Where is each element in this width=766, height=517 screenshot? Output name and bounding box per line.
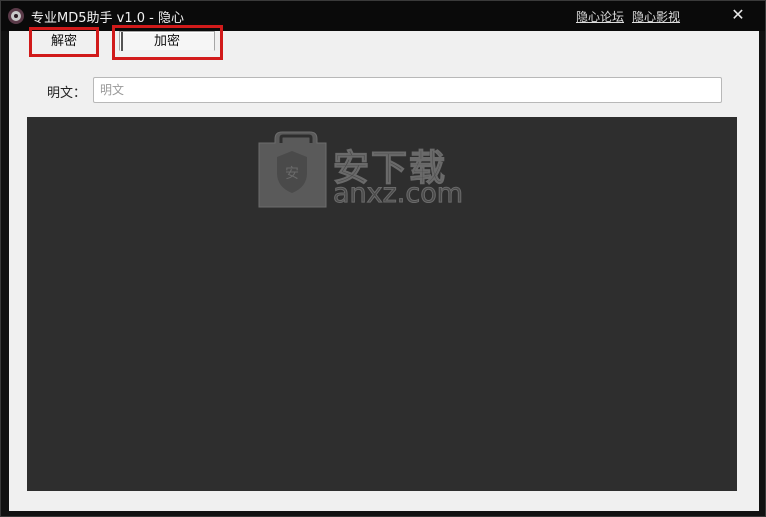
client-area: 解密 加密 明文： 安 安下载 anxz.com: [9, 25, 759, 511]
watermark-text-en: anxz.com: [332, 178, 464, 210]
app-logo-icon: [8, 8, 24, 24]
window-title: 专业MD5助手 v1.0 - 隐心: [31, 11, 184, 26]
plaintext-input[interactable]: [93, 77, 722, 103]
tab-encrypt-label: 加密: [153, 34, 180, 49]
forum-link[interactable]: 隐心论坛: [576, 8, 624, 25]
tab-decrypt[interactable]: 解密: [29, 27, 99, 57]
close-button[interactable]: ✕: [721, 5, 755, 25]
video-link[interactable]: 隐心影视: [632, 8, 680, 25]
plaintext-label: 明文：: [47, 86, 87, 101]
tab-encrypt[interactable]: 加密: [119, 31, 215, 51]
svg-text:安: 安: [285, 166, 299, 182]
app-window: 专业MD5助手 v1.0 - 隐心 隐心论坛 隐心影视 ✕ 解密 加密 明文： …: [0, 0, 766, 517]
close-icon: ✕: [731, 5, 745, 24]
